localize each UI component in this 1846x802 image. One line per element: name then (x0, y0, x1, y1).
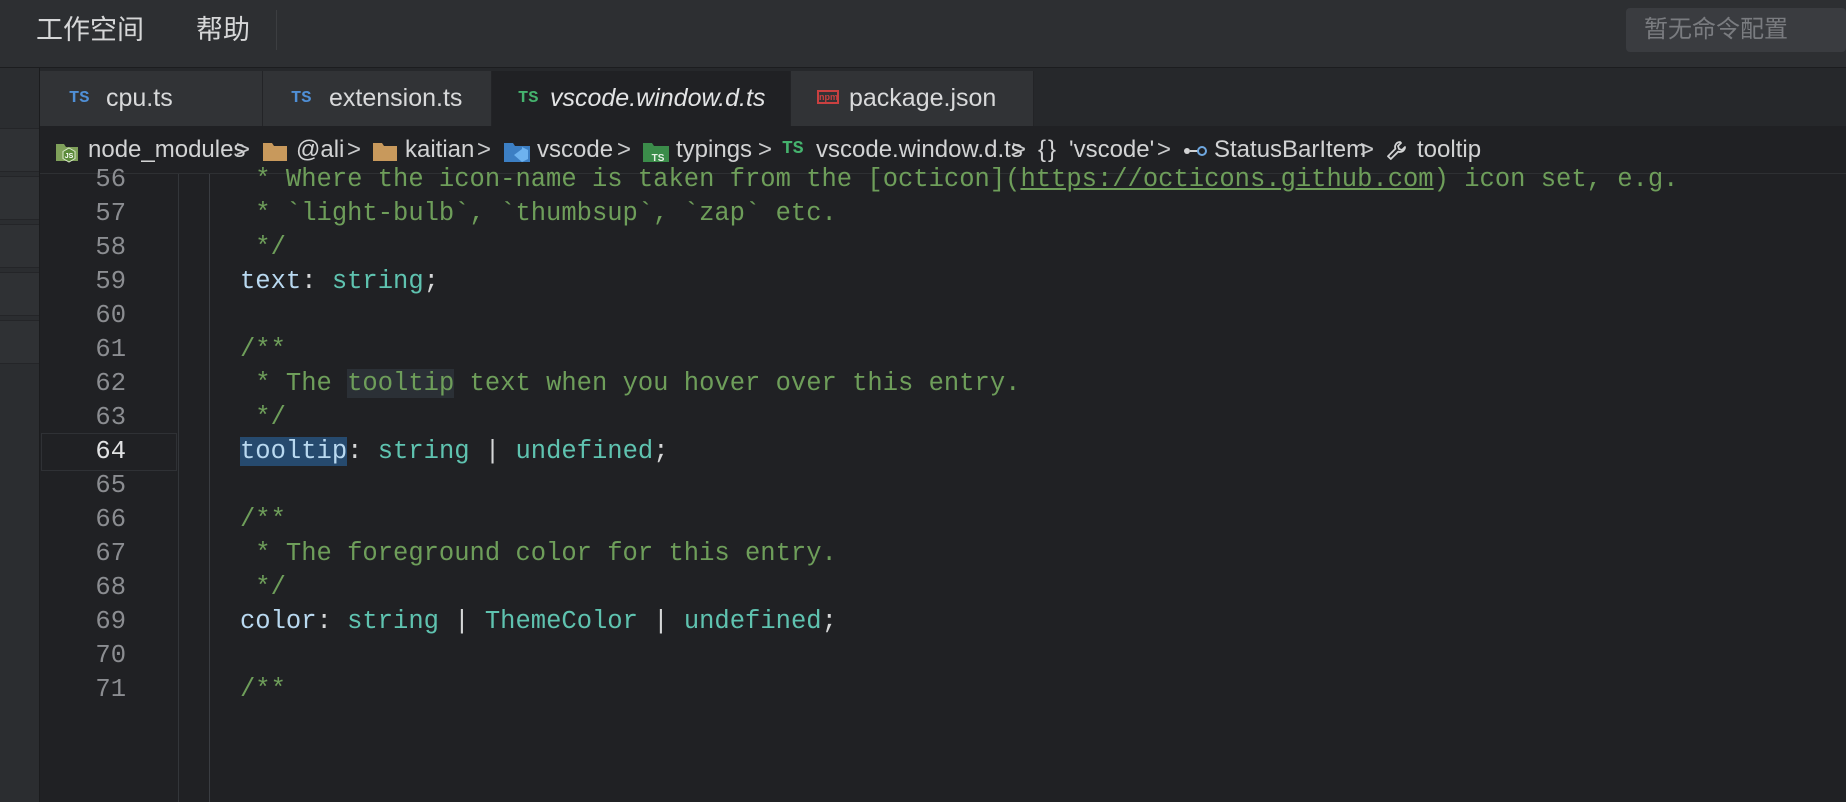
tab-extension-ts[interactable]: TS extension.ts (263, 71, 492, 126)
code-token: * Where the icon-name is taken from the … (240, 165, 1021, 194)
svg-text:TS: TS (652, 153, 665, 164)
code-token: text (240, 267, 302, 296)
activity-button-1[interactable] (0, 128, 39, 172)
line-number: 57 (95, 199, 126, 228)
menu-workspace[interactable]: 工作空间 (36, 0, 144, 60)
code-token: | (637, 607, 684, 636)
line-number: 62 (95, 369, 126, 398)
code-token: https://octicons.github.com (1020, 165, 1434, 194)
line-number: 69 (95, 607, 126, 636)
typescript-file-icon: TS (518, 89, 539, 108)
code-line[interactable]: /** (240, 503, 286, 537)
line-number: 61 (95, 335, 126, 364)
code-line[interactable]: */ (240, 231, 286, 265)
activity-button-4[interactable] (0, 272, 39, 316)
tab-label: package.json (849, 84, 997, 112)
code-token: undefined (683, 607, 822, 636)
indent-guide (209, 174, 210, 802)
code-token: tooltip (240, 437, 348, 466)
code-token: : (301, 267, 332, 296)
line-number: 58 (95, 233, 126, 262)
code-token: */ (240, 573, 286, 602)
menu-help[interactable]: 帮助 (196, 0, 250, 60)
code-token: */ (240, 403, 286, 432)
menu-bar: 工作空间 帮助 暂无命令配置 (0, 0, 1846, 68)
code-token: text when you hover over this entry. (454, 369, 1021, 398)
line-number: 63 (95, 403, 126, 432)
code-line[interactable]: * Where the icon-name is taken from the … (240, 163, 1678, 197)
line-number: 67 (95, 539, 126, 568)
line-number: 60 (95, 301, 126, 330)
gutter-divider (178, 174, 179, 802)
code-token: string (331, 267, 424, 296)
editor-tab-bar: TS cpu.ts TS extension.ts TS vscode.wind… (40, 68, 1846, 126)
code-line[interactable]: /** (240, 673, 286, 707)
code-token: ; (423, 267, 439, 296)
code-token: undefined (515, 437, 654, 466)
code-token: ; (821, 607, 837, 636)
tab-cpu-ts[interactable]: TS cpu.ts (40, 71, 263, 126)
tab-label: extension.ts (329, 84, 463, 112)
activity-bar (0, 68, 40, 802)
typescript-file-icon: TS (69, 89, 90, 108)
code-token: /** (240, 505, 286, 534)
activity-button-3[interactable] (0, 224, 39, 268)
activity-button-5[interactable] (0, 320, 39, 364)
line-number: 64 (95, 437, 126, 466)
code-token: */ (240, 233, 286, 262)
code-token: ; (653, 437, 669, 466)
code-line[interactable]: * The tooltip text when you hover over t… (240, 367, 1020, 401)
menu-divider (276, 10, 277, 50)
code-token: ThemeColor (484, 607, 638, 636)
code-token: tooltip (347, 369, 455, 398)
code-line[interactable]: tooltip: string | undefined; (240, 435, 669, 469)
svg-text:JS: JS (65, 153, 74, 160)
tab-label: cpu.ts (106, 84, 173, 112)
code-line[interactable]: * The foreground color for this entry. (240, 537, 837, 571)
code-token: : (347, 437, 378, 466)
code-line[interactable]: color: string | ThemeColor | undefined; (240, 605, 837, 639)
tab-package-json[interactable]: npm package.json (791, 71, 1034, 126)
npm-icon: npm (817, 90, 839, 104)
tab-vscode-window-d-ts[interactable]: TS vscode.window.d.ts (492, 71, 791, 126)
code-token: | (469, 437, 516, 466)
code-token: * The (240, 369, 348, 398)
code-line[interactable]: */ (240, 571, 286, 605)
line-number: 56 (95, 165, 126, 194)
code-line[interactable]: */ (240, 401, 286, 435)
code-line[interactable]: * `light-bulb`, `thumbsup`, `zap` etc. (240, 197, 837, 231)
line-number: 71 (95, 675, 126, 704)
code-editor[interactable]: 56 * Where the icon-name is taken from t… (40, 165, 1846, 802)
command-input[interactable]: 暂无命令配置 (1626, 8, 1846, 52)
typescript-file-icon: TS (291, 89, 312, 108)
line-number: 59 (95, 267, 126, 296)
code-token: | (438, 607, 485, 636)
code-token: string (347, 607, 439, 636)
code-token: /** (240, 335, 286, 364)
activity-button-2[interactable] (0, 176, 39, 220)
code-token: color (240, 607, 317, 636)
code-token: ) icon set, e.g. (1433, 165, 1679, 194)
code-token: * The foreground color for this entry. (240, 539, 837, 568)
code-token: : (316, 607, 348, 636)
code-token: * `light-bulb`, `thumbsup`, `zap` etc. (240, 199, 837, 228)
line-number: 65 (95, 471, 126, 500)
line-number: 68 (95, 573, 126, 602)
tab-label: vscode.window.d.ts (550, 84, 766, 112)
code-token: string (377, 437, 470, 466)
code-line[interactable]: text: string; (240, 265, 439, 299)
code-token: /** (240, 675, 286, 704)
line-number: 70 (95, 641, 126, 670)
code-line[interactable]: /** (240, 333, 286, 367)
line-number: 66 (95, 505, 126, 534)
